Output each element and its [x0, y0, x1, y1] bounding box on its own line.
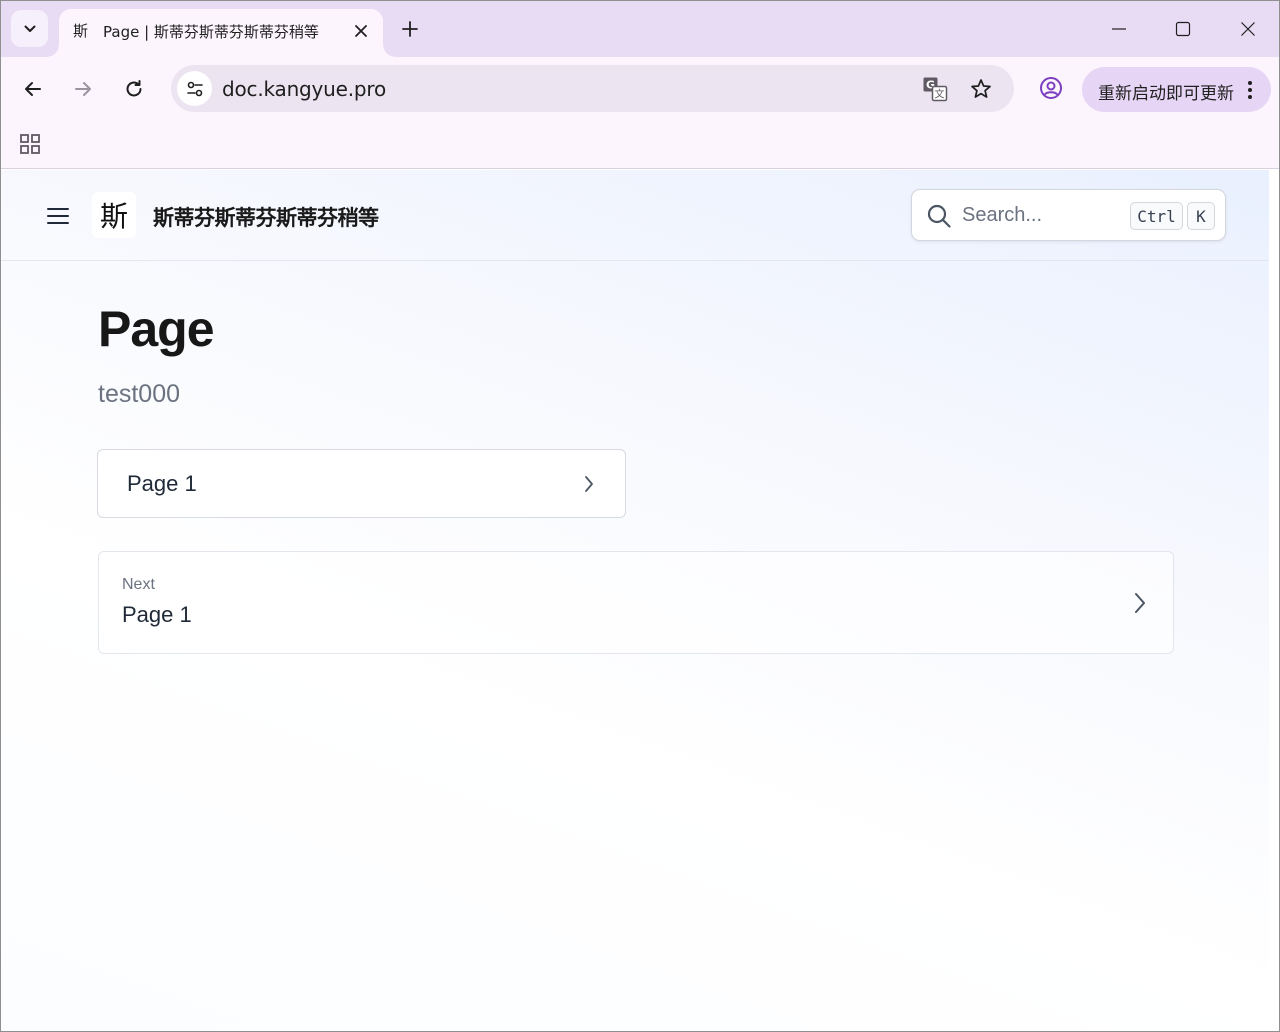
- pager-hint: Next: [122, 576, 155, 593]
- bookmark-star-button[interactable]: [967, 75, 995, 103]
- new-tab-button[interactable]: [397, 16, 423, 42]
- reload-button[interactable]: [116, 71, 152, 107]
- window-close-button[interactable]: [1232, 13, 1264, 45]
- address-bar[interactable]: doc.kangyue.pro G文: [171, 65, 1014, 112]
- search-icon: [927, 204, 951, 228]
- account-circle-icon: [1040, 77, 1062, 99]
- minimize-button[interactable]: [1103, 13, 1135, 45]
- card-label: Page 1: [127, 471, 197, 496]
- svg-text:文: 文: [935, 88, 945, 101]
- browser-menu-button[interactable]: [1240, 77, 1260, 103]
- forward-button[interactable]: [65, 71, 101, 107]
- page-subtitle: test000: [98, 380, 181, 408]
- bookmarks-bar: [1, 121, 1279, 169]
- shortcut-key-ctrl: Ctrl: [1130, 202, 1183, 230]
- hamburger-menu-icon: [47, 208, 69, 224]
- page-title: Page: [98, 301, 215, 357]
- menu-button[interactable]: [43, 201, 73, 231]
- apps-button[interactable]: [15, 129, 45, 159]
- site-header: 斯 斯蒂芬斯蒂芬斯蒂芬稍等 Search... Ctrl K: [1, 170, 1269, 261]
- tab-close-button[interactable]: [349, 19, 373, 43]
- update-button-label: 重新启动即可更新: [1098, 84, 1234, 104]
- translate-icon: G文: [923, 77, 948, 102]
- more-vertical-icon: [1248, 81, 1252, 99]
- maximize-button[interactable]: [1167, 13, 1199, 45]
- scrollbar-track[interactable]: [1269, 170, 1279, 1031]
- next-page-link[interactable]: Next Page 1: [98, 551, 1174, 654]
- maximize-icon: [1175, 21, 1191, 37]
- plus-icon: [402, 21, 418, 37]
- search-button[interactable]: Search... Ctrl K: [911, 189, 1226, 241]
- site-info-button[interactable]: [177, 71, 212, 106]
- tab-title: Page | 斯蒂芬斯蒂芬斯蒂芬稍等: [103, 23, 319, 41]
- update-button[interactable]: 重新启动即可更新: [1082, 67, 1271, 112]
- chevron-right-icon: [578, 472, 600, 496]
- site-name[interactable]: 斯蒂芬斯蒂芬斯蒂芬稍等: [153, 202, 379, 232]
- browser-toolbar: doc.kangyue.pro G文 重新启动即可更新: [1, 57, 1279, 121]
- child-page-card[interactable]: Page 1: [97, 449, 626, 518]
- close-icon: [355, 25, 367, 37]
- arrow-right-icon: [75, 82, 91, 96]
- chevron-right-icon: [1127, 588, 1153, 618]
- close-icon: [1241, 22, 1255, 36]
- star-icon: [971, 79, 991, 98]
- shortcut-key-k: K: [1187, 202, 1215, 230]
- active-tab[interactable]: 斯 Page | 斯蒂芬斯蒂芬斯蒂芬稍等: [47, 9, 395, 57]
- reload-icon: [126, 80, 142, 97]
- chevron-down-icon: [24, 25, 35, 32]
- browser-window: 斯 Page | 斯蒂芬斯蒂芬斯蒂芬稍等 doc.kangyue.pro G 文…: [0, 0, 1280, 1032]
- back-button[interactable]: [15, 71, 51, 107]
- tune-icon: [186, 81, 203, 96]
- tab-search-button[interactable]: [11, 10, 48, 47]
- tab-strip: 斯 Page | 斯蒂芬斯蒂芬斯蒂芬稍等: [1, 1, 1279, 57]
- minimize-icon: [1112, 28, 1126, 30]
- url-text[interactable]: doc.kangyue.pro: [222, 77, 386, 101]
- search-placeholder: Search...: [962, 204, 1043, 226]
- apps-grid-icon: [20, 134, 40, 154]
- profile-button[interactable]: [1034, 71, 1068, 105]
- tab-favicon: 斯: [73, 22, 89, 40]
- site-logo[interactable]: 斯: [92, 192, 136, 238]
- translate-button[interactable]: G文: [921, 75, 949, 103]
- arrow-left-icon: [25, 82, 41, 96]
- pager-title: Page 1: [122, 602, 192, 627]
- page-viewport: 斯 斯蒂芬斯蒂芬斯蒂芬稍等 Search... Ctrl K Page test…: [1, 170, 1269, 1031]
